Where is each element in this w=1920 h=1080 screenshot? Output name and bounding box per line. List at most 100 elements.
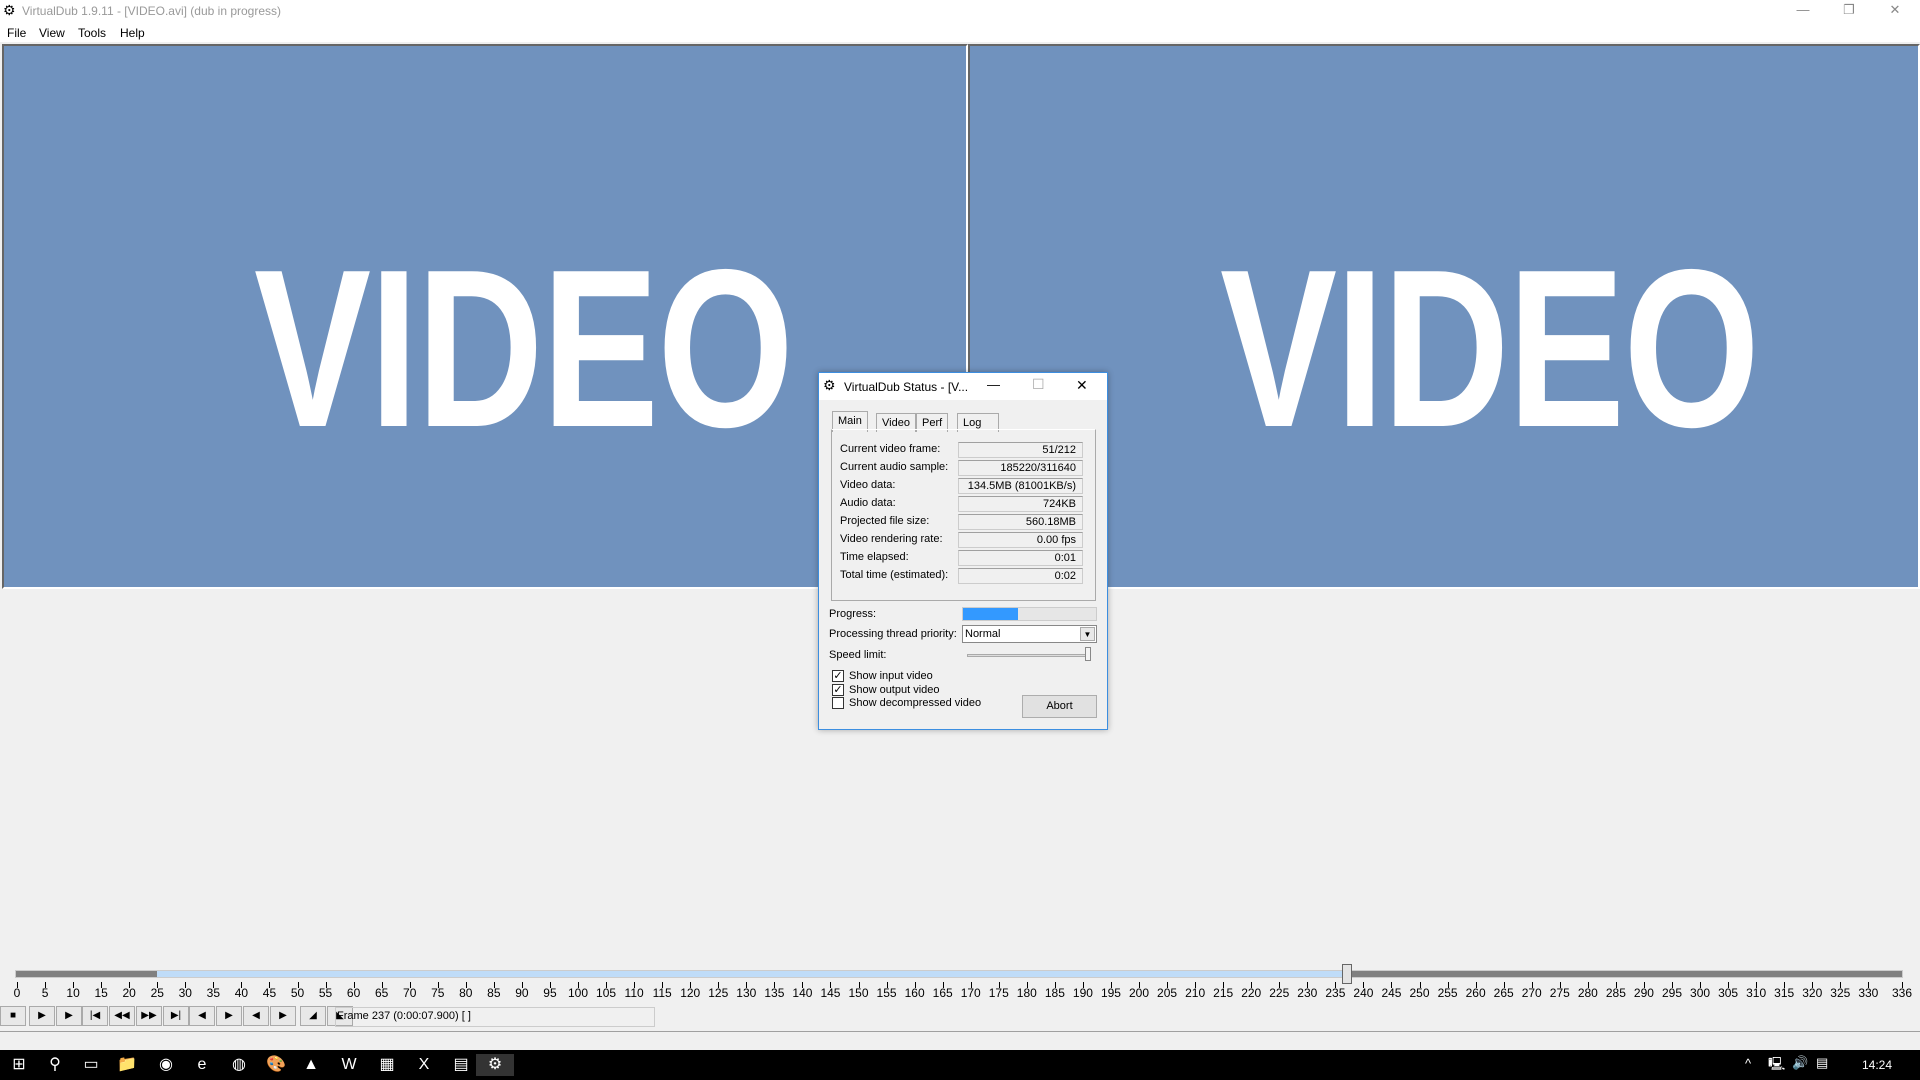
chevron-down-icon[interactable]: ▼: [1080, 627, 1095, 641]
timeline-tick-label: 260: [1465, 986, 1486, 1000]
timeline-thumb[interactable]: [1341, 964, 1352, 984]
menu-tools[interactable]: Tools: [78, 26, 106, 40]
timeline-tick-label: 140: [792, 986, 813, 1000]
stop-button[interactable]: ■: [0, 1006, 26, 1026]
play-input-icon: ▶: [38, 1010, 46, 1021]
progress-label: Progress:: [829, 608, 877, 620]
timeline-tick-label: 15: [94, 986, 108, 1000]
checkbox[interactable]: ✓: [832, 670, 844, 682]
stat-value: 134.5MB (81001KB/s): [958, 478, 1083, 494]
clock[interactable]: 14:24: [1862, 1058, 1892, 1072]
taskbar-search-icon[interactable]: ⚲: [36, 1054, 74, 1076]
taskbar-virtualdub-icon[interactable]: ⚙: [476, 1054, 514, 1076]
abort-button[interactable]: Abort: [1022, 695, 1097, 718]
chevron-up-icon[interactable]: ^: [1745, 1056, 1751, 1071]
taskbar-notepad-icon[interactable]: ▤: [442, 1054, 480, 1076]
taskbar-task-view-icon[interactable]: ▭: [72, 1054, 110, 1076]
timeline-tick-label: 125: [708, 986, 729, 1000]
checkbox[interactable]: ✓: [832, 683, 844, 696]
stat-label: Total time (estimated):: [840, 569, 949, 581]
timeline-tick-label: 336: [1891, 986, 1913, 1000]
timeline-tick-label: 205: [1157, 986, 1178, 1000]
checkbox-label[interactable]: Show output video: [849, 684, 940, 696]
progress-bar: [962, 607, 1097, 621]
priority-value: Normal: [965, 628, 1001, 640]
menu-view[interactable]: View: [39, 26, 65, 40]
minimize-button[interactable]: —: [1780, 0, 1826, 22]
timeline-tick-label: 315: [1774, 986, 1795, 1000]
timeline-tick-label: 100: [567, 986, 589, 1000]
network-icon[interactable]: 🖳: [1768, 1055, 1785, 1077]
dialog-title: VirtualDub Status - [V...: [844, 380, 969, 394]
close-button[interactable]: ✕: [1076, 377, 1088, 394]
timeline-tick-label: 310: [1746, 986, 1767, 1000]
stat-label: Video rendering rate:: [840, 533, 943, 545]
step-back-button[interactable]: ◀◀: [109, 1006, 135, 1026]
taskbar-paint-icon[interactable]: 🎨: [257, 1054, 295, 1076]
go-start-button[interactable]: |◀: [82, 1006, 108, 1026]
timeline-tick-label: 10: [66, 986, 80, 1000]
status-bar-divider: [0, 1031, 1920, 1032]
timeline-tick-label: 245: [1381, 986, 1402, 1000]
priority-label: Processing thread priority:: [829, 628, 957, 640]
go-end-button[interactable]: ▶|: [163, 1006, 189, 1026]
checkbox-label[interactable]: Show input video: [849, 670, 933, 682]
taskbar-edge-icon[interactable]: e: [183, 1054, 221, 1076]
video-frame-text: VIDEO: [254, 222, 794, 474]
maximize-button[interactable]: ☐: [1032, 376, 1045, 393]
stat-label: Audio data:: [840, 497, 896, 509]
menu-file[interactable]: File: [7, 26, 26, 40]
minimize-button[interactable]: —: [987, 377, 1000, 392]
next-keyframe-button[interactable]: ▶: [216, 1006, 242, 1026]
taskbar-chrome-icon[interactable]: ◉: [147, 1054, 185, 1076]
timeline-tick-label: 160: [904, 986, 925, 1000]
next-scene-button[interactable]: ▶: [270, 1006, 296, 1026]
prev-scene-button[interactable]: ◀: [243, 1006, 269, 1026]
timeline-tick-label: 175: [988, 986, 1009, 1000]
stat-label: Current video frame:: [840, 443, 941, 455]
timeline-tick-label: 295: [1661, 986, 1682, 1000]
timeline-tick-label: 180: [1016, 986, 1037, 1000]
menu-help[interactable]: Help: [120, 26, 145, 40]
notification-icon[interactable]: ▤: [1816, 1055, 1828, 1071]
taskbar-vlc-icon[interactable]: ▲: [292, 1054, 330, 1076]
stat-value: 724KB: [958, 496, 1083, 512]
prev-keyframe-button[interactable]: ◀: [189, 1006, 215, 1026]
taskbar-word-icon[interactable]: W: [330, 1054, 368, 1076]
stat-value: 0:02: [958, 568, 1083, 584]
go-start-icon: |◀: [89, 1010, 101, 1021]
timeline-tick-label: 90: [515, 986, 529, 1000]
restore-button[interactable]: ❐: [1826, 0, 1872, 22]
close-button[interactable]: ✕: [1872, 0, 1918, 22]
window-title: VirtualDub 1.9.11 - [VIDEO.avi] (dub in …: [22, 4, 282, 18]
timeline-track[interactable]: [15, 970, 1903, 978]
taskbar-firefox-icon[interactable]: ◍: [220, 1054, 258, 1076]
step-forward-button[interactable]: ▶▶: [136, 1006, 162, 1026]
stop-icon: ■: [9, 1010, 17, 1021]
volume-icon[interactable]: 🔊: [1792, 1055, 1808, 1071]
timeline-tick-label: 75: [431, 986, 445, 1000]
taskbar-excel-icon[interactable]: X: [405, 1054, 443, 1076]
checkbox[interactable]: [832, 697, 844, 709]
speed-limit-thumb[interactable]: [1085, 647, 1091, 661]
timeline-tick-label: 20: [122, 986, 136, 1000]
timeline-tick-label: 305: [1718, 986, 1739, 1000]
timeline-tick-label: 5: [41, 986, 49, 1000]
next-scene-icon: ▶: [279, 1010, 287, 1021]
virtualdub-gear-icon: ⚙: [3, 2, 16, 18]
play-output-button[interactable]: ▶: [56, 1006, 82, 1026]
mark-in-button[interactable]: ◢: [300, 1006, 326, 1026]
priority-dropdown[interactable]: Normal ▼: [962, 625, 1097, 643]
timeline-tick-label: 230: [1297, 986, 1318, 1000]
taskbar-calculator-icon[interactable]: ▦: [368, 1054, 406, 1076]
timeline-tick-label: 120: [680, 986, 701, 1000]
timeline-tick-label: 330: [1858, 986, 1879, 1000]
stat-value: 560.18MB: [958, 514, 1083, 530]
stat-label: Projected file size:: [840, 515, 930, 527]
play-input-button[interactable]: ▶: [29, 1006, 55, 1026]
taskbar-file-explorer-icon[interactable]: 📁: [108, 1054, 146, 1076]
video-frame-text: VIDEO: [1220, 222, 1760, 474]
taskbar-start-icon[interactable]: ⊞: [0, 1054, 38, 1076]
speed-limit-slider[interactable]: [967, 654, 1091, 657]
checkbox-label[interactable]: Show decompressed video: [849, 697, 981, 709]
